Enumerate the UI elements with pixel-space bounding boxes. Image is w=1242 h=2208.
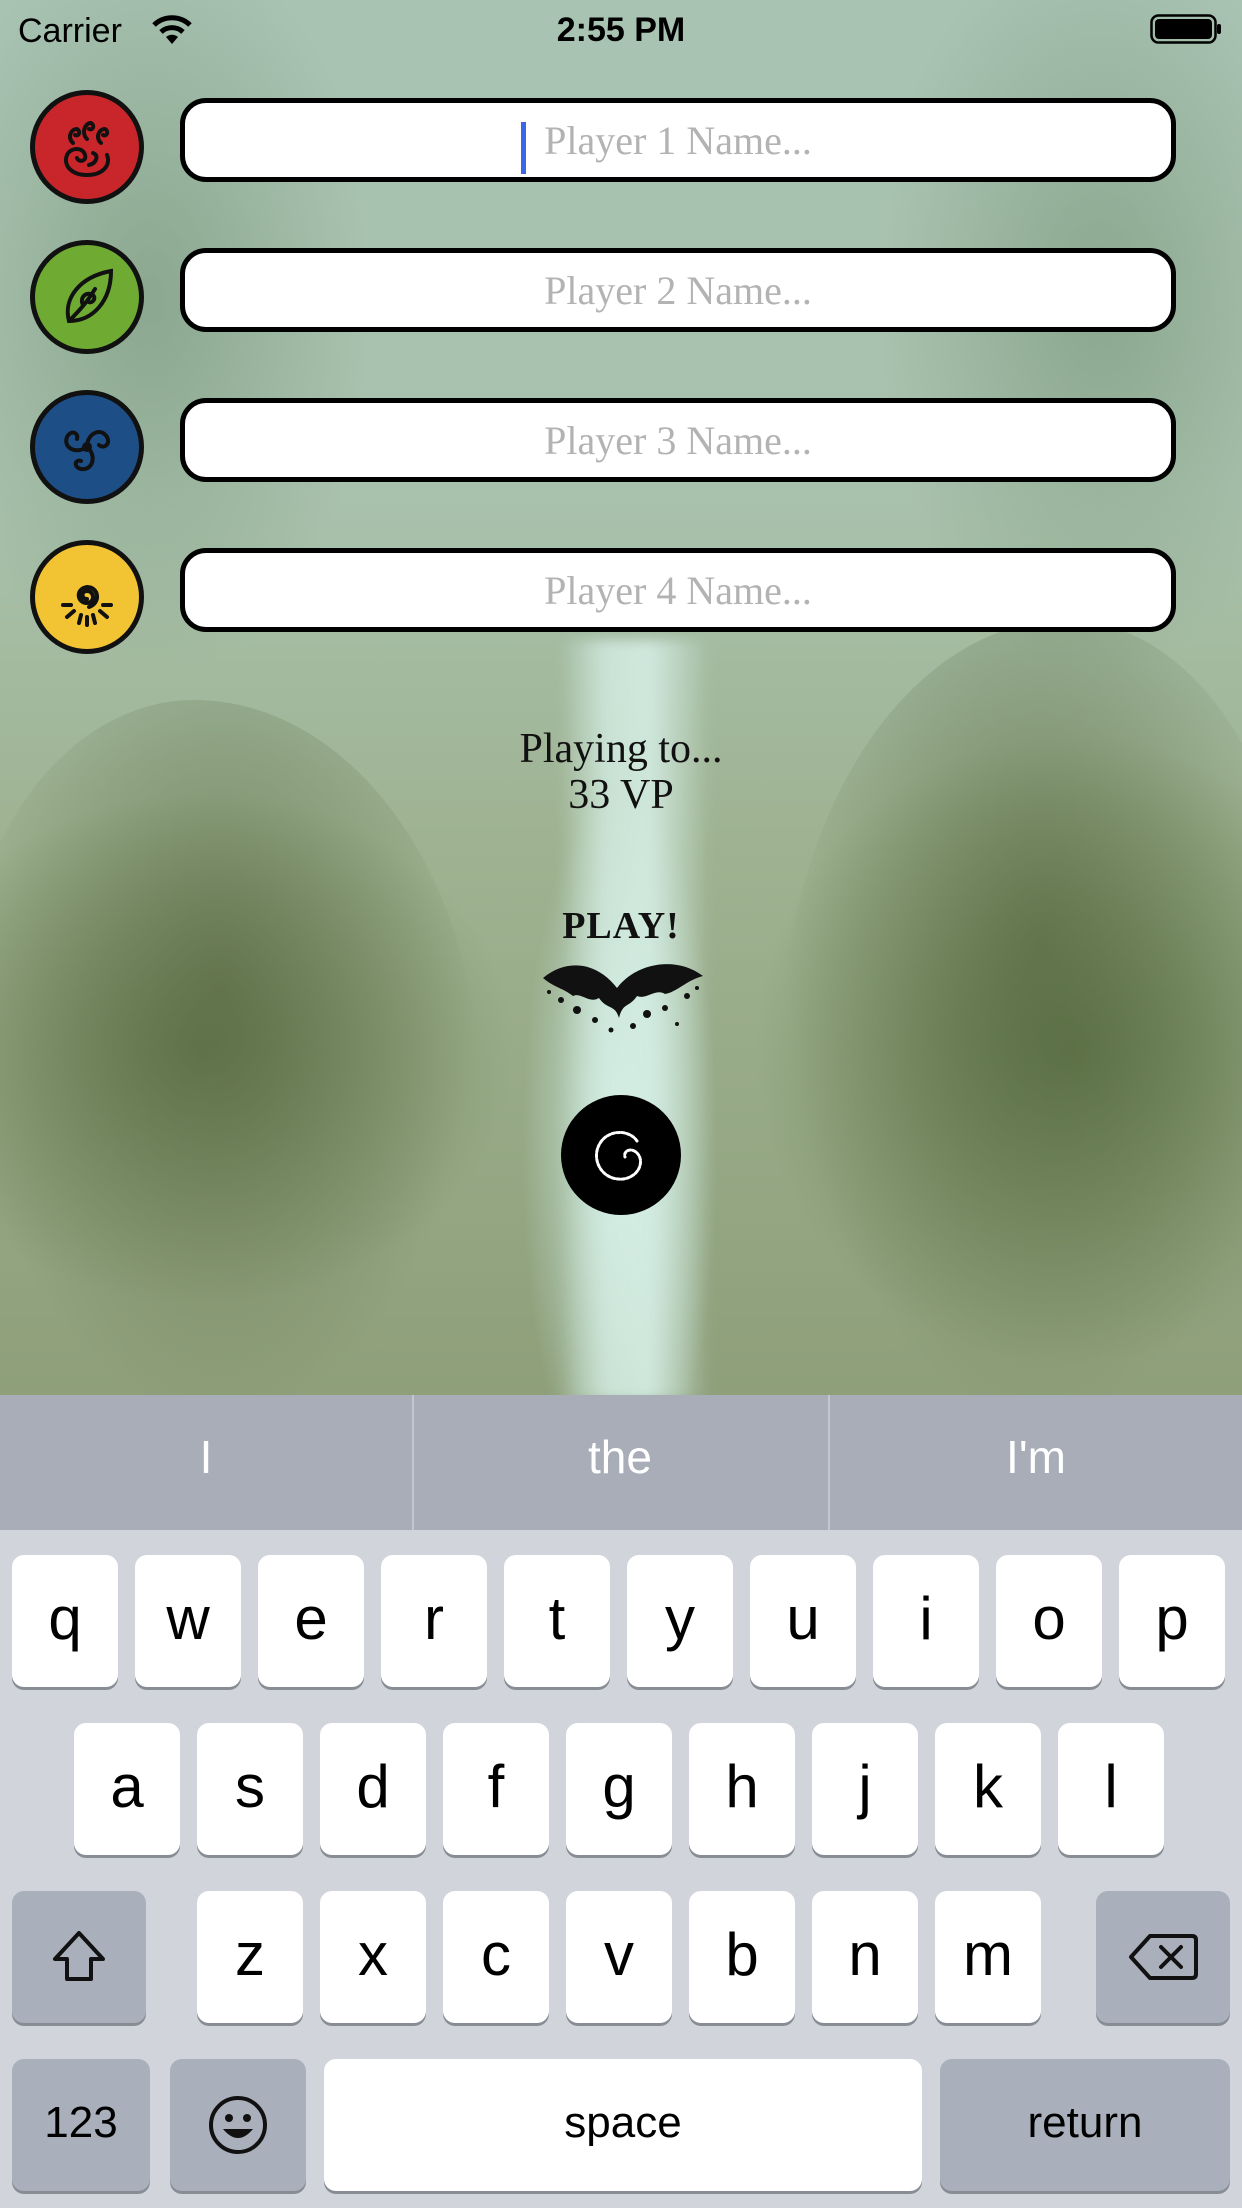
- key-h[interactable]: h: [689, 1723, 795, 1855]
- spiral-icon: [595, 1131, 642, 1181]
- player-4-row: [30, 540, 1180, 660]
- key-v[interactable]: v: [566, 1891, 672, 2023]
- fire-emblem-icon: [30, 90, 144, 204]
- key-u[interactable]: u: [750, 1555, 856, 1687]
- numbers-key[interactable]: 123: [12, 2059, 150, 2191]
- return-key[interactable]: return: [940, 2059, 1230, 2191]
- status-bar: Carrier 2:55 PM: [0, 0, 1242, 60]
- key-n[interactable]: n: [812, 1891, 918, 2023]
- key-l[interactable]: l: [1058, 1723, 1164, 1855]
- playing-to-label: Playing to...: [519, 726, 723, 772]
- text-cursor: [521, 122, 526, 174]
- key-r[interactable]: r: [381, 1555, 487, 1687]
- key-x[interactable]: x: [320, 1891, 426, 2023]
- key-w[interactable]: w: [135, 1555, 241, 1687]
- shift-key[interactable]: [12, 1891, 146, 2023]
- player-1-name-input[interactable]: [180, 98, 1176, 182]
- player-4-name-input[interactable]: [180, 548, 1176, 632]
- key-k[interactable]: k: [935, 1723, 1041, 1855]
- keyboard: I the I'm q w e r t y u i o p a s d f g …: [0, 1395, 1242, 2208]
- triskelion-water-emblem-icon: [30, 390, 144, 504]
- suggestion-3[interactable]: I'm: [830, 1395, 1242, 1530]
- suggestion-bar: I the I'm: [0, 1395, 1242, 1530]
- key-s[interactable]: s: [197, 1723, 303, 1855]
- key-c[interactable]: c: [443, 1891, 549, 2023]
- delete-key[interactable]: [1096, 1891, 1230, 2023]
- key-q[interactable]: q: [12, 1555, 118, 1687]
- key-t[interactable]: t: [504, 1555, 610, 1687]
- leaf-emblem-icon: [30, 240, 144, 354]
- play-button-label: PLAY!: [562, 905, 680, 947]
- victory-points-selector[interactable]: Playing to... 33 VP: [0, 726, 1242, 818]
- key-o[interactable]: o: [996, 1555, 1102, 1687]
- backspace-icon: [1129, 1934, 1198, 1980]
- key-i[interactable]: i: [873, 1555, 979, 1687]
- play-button[interactable]: PLAY!: [521, 904, 721, 1044]
- emoji-smiley-icon: [209, 2096, 267, 2154]
- key-a[interactable]: a: [74, 1723, 180, 1855]
- suggestion-2[interactable]: the: [414, 1395, 826, 1530]
- clock: 2:55 PM: [556, 11, 686, 49]
- battery-icon: [1150, 14, 1221, 44]
- key-f[interactable]: f: [443, 1723, 549, 1855]
- emoji-key[interactable]: [170, 2059, 306, 2191]
- key-d[interactable]: d: [320, 1723, 426, 1855]
- key-m[interactable]: m: [935, 1891, 1041, 2023]
- player-3-row: [30, 390, 1180, 510]
- ink-splatter-icon: [543, 964, 703, 1033]
- key-j[interactable]: j: [812, 1723, 918, 1855]
- key-b[interactable]: b: [689, 1891, 795, 2023]
- key-p[interactable]: p: [1119, 1555, 1225, 1687]
- shift-arrow-icon: [53, 1931, 105, 1981]
- suggestion-1[interactable]: I: [0, 1395, 412, 1530]
- key-z[interactable]: z: [197, 1891, 303, 2023]
- key-y[interactable]: y: [627, 1555, 733, 1687]
- player-3-name-input[interactable]: [180, 398, 1176, 482]
- sun-emblem-icon: [30, 540, 144, 654]
- space-key[interactable]: space: [324, 2059, 922, 2191]
- player-1-row: [30, 90, 1180, 210]
- victory-points-value: 33 VP: [568, 772, 674, 818]
- key-e[interactable]: e: [258, 1555, 364, 1687]
- spiral-button[interactable]: [561, 1095, 681, 1215]
- player-2-name-input[interactable]: [180, 248, 1176, 332]
- key-g[interactable]: g: [566, 1723, 672, 1855]
- player-2-row: [30, 240, 1180, 360]
